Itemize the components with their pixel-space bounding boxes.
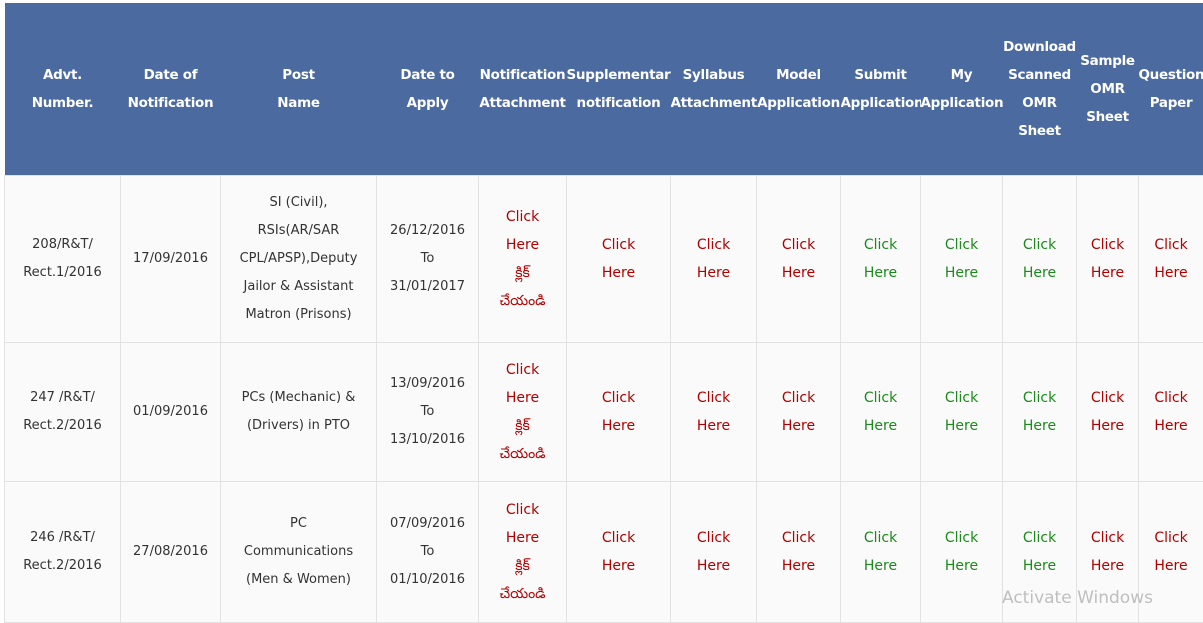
syllabus-attachment-link[interactable]: Click Here <box>671 384 756 440</box>
supplementary-notification-cell: Click Here <box>567 176 671 343</box>
notification-attachment-link[interactable]: Click Here క్లిక్ చేయండి <box>479 356 566 468</box>
date-to-apply-cell: 26/12/2016 To 31/01/2017 <box>377 176 479 343</box>
question-paper-link[interactable]: Click Here <box>1139 231 1203 287</box>
my-application-link[interactable]: Click Here <box>921 231 1002 287</box>
submit-application-link[interactable]: Click Here <box>841 524 920 580</box>
table-row: 208/R&T/ Rect.1/2016 17/09/2016 SI (Civi… <box>5 176 1203 343</box>
download-omr-link[interactable]: Click Here <box>1003 231 1076 287</box>
model-application-link[interactable]: Click Here <box>757 524 840 580</box>
syllabus-attachment-cell: Click Here <box>671 176 757 343</box>
advt-number-cell: 208/R&T/ Rect.1/2016 <box>5 176 121 343</box>
syllabus-attachment-link[interactable]: Click Here <box>671 524 756 580</box>
syllabus-attachment-link[interactable]: Click Here <box>671 231 756 287</box>
syllabus-attachment-cell: Click Here <box>671 482 757 623</box>
activate-windows-watermark: Activate Windows <box>1002 588 1153 608</box>
header-advt-number: Advt. Number. <box>5 3 121 176</box>
header-supplementary-notification: Supplementary notification <box>567 3 671 176</box>
header-date-to-apply: Date to Apply <box>377 3 479 176</box>
supplementary-notification-link[interactable]: Click Here <box>567 524 670 580</box>
header-my-application: My Application <box>921 3 1003 176</box>
sample-omr-link[interactable]: Click Here <box>1077 384 1138 440</box>
recruitment-table: Advt. Number. Date of Notification Post … <box>4 3 1203 623</box>
notification-attachment-link[interactable]: Click Here క్లిక్ చేయండి <box>479 496 566 608</box>
download-omr-cell: Click Here <box>1003 343 1077 482</box>
submit-application-link[interactable]: Click Here <box>841 231 920 287</box>
header-question-paper: Question Paper <box>1139 3 1203 176</box>
date-of-notification-cell: 01/09/2016 <box>121 343 221 482</box>
table-header-row: Advt. Number. Date of Notification Post … <box>5 3 1203 176</box>
header-post-name: Post Name <box>221 3 377 176</box>
advt-number-cell: 247 /R&T/ Rect.2/2016 <box>5 343 121 482</box>
table-row: 247 /R&T/ Rect.2/2016 01/09/2016 PCs (Me… <box>5 343 1203 482</box>
model-application-cell: Click Here <box>757 343 841 482</box>
supplementary-notification-link[interactable]: Click Here <box>567 384 670 440</box>
sample-omr-cell: Click Here <box>1077 343 1139 482</box>
header-submit-application: Submit Application <box>841 3 921 176</box>
syllabus-attachment-cell: Click Here <box>671 343 757 482</box>
supplementary-notification-cell: Click Here <box>567 482 671 623</box>
notification-attachment-cell: Click Here క్లిక్ చేయండి <box>479 482 567 623</box>
date-to-apply-cell: 13/09/2016 To 13/10/2016 <box>377 343 479 482</box>
date-of-notification-cell: 27/08/2016 <box>121 482 221 623</box>
post-name-cell: SI (Civil), RSIs(AR/SAR CPL/APSP),Deputy… <box>221 176 377 343</box>
question-paper-link[interactable]: Click Here <box>1139 384 1203 440</box>
my-application-link[interactable]: Click Here <box>921 384 1002 440</box>
my-application-cell: Click Here <box>921 343 1003 482</box>
sample-omr-cell: Click Here <box>1077 176 1139 343</box>
advt-number-cell: 246 /R&T/ Rect.2/2016 <box>5 482 121 623</box>
header-sample-omr-sheet: Sample OMR Sheet <box>1077 3 1139 176</box>
header-model-application: Model Application <box>757 3 841 176</box>
model-application-link[interactable]: Click Here <box>757 231 840 287</box>
download-omr-link[interactable]: Click Here <box>1003 384 1076 440</box>
submit-application-link[interactable]: Click Here <box>841 384 920 440</box>
submit-application-cell: Click Here <box>841 176 921 343</box>
submit-application-cell: Click Here <box>841 343 921 482</box>
header-syllabus-attachment: Syllabus Attachment <box>671 3 757 176</box>
my-application-cell: Click Here <box>921 176 1003 343</box>
notification-attachment-link[interactable]: Click Here క్లిక్ చేయండి <box>479 203 566 315</box>
download-omr-link[interactable]: Click Here <box>1003 524 1076 580</box>
question-paper-cell: Click Here <box>1139 343 1203 482</box>
model-application-cell: Click Here <box>757 482 841 623</box>
post-name-cell: PC Communications (Men & Women) <box>221 482 377 623</box>
notification-attachment-cell: Click Here క్లిక్ చేయండి <box>479 343 567 482</box>
question-paper-cell: Click Here <box>1139 176 1203 343</box>
supplementary-notification-cell: Click Here <box>567 343 671 482</box>
submit-application-cell: Click Here <box>841 482 921 623</box>
date-of-notification-cell: 17/09/2016 <box>121 176 221 343</box>
download-omr-cell: Click Here <box>1003 176 1077 343</box>
model-application-link[interactable]: Click Here <box>757 384 840 440</box>
sample-omr-link[interactable]: Click Here <box>1077 524 1138 580</box>
header-download-scanned-omr-sheet: Download Scanned OMR Sheet <box>1003 3 1077 176</box>
notification-attachment-cell: Click Here క్లిక్ చేయండి <box>479 176 567 343</box>
model-application-cell: Click Here <box>757 176 841 343</box>
my-application-link[interactable]: Click Here <box>921 524 1002 580</box>
post-name-cell: PCs (Mechanic) & (Drivers) in PTO <box>221 343 377 482</box>
date-to-apply-cell: 07/09/2016 To 01/10/2016 <box>377 482 479 623</box>
supplementary-notification-link[interactable]: Click Here <box>567 231 670 287</box>
question-paper-link[interactable]: Click Here <box>1139 524 1203 580</box>
header-date-of-notification: Date of Notification <box>121 3 221 176</box>
header-notification-attachment: Notification Attachment <box>479 3 567 176</box>
my-application-cell: Click Here <box>921 482 1003 623</box>
sample-omr-link[interactable]: Click Here <box>1077 231 1138 287</box>
